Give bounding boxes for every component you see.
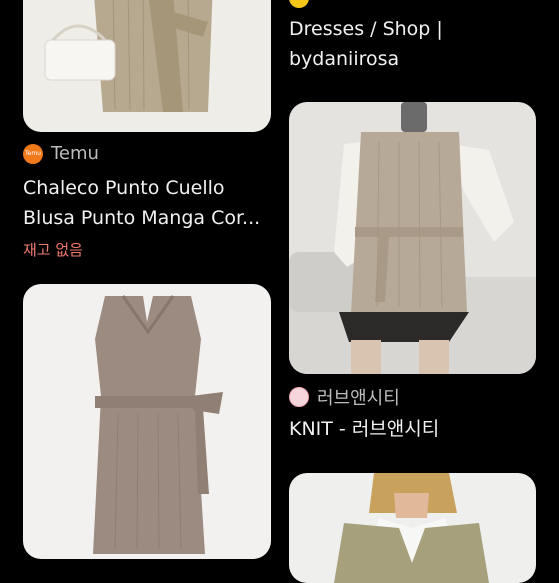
- product-image-knit-vest-shirt[interactable]: [289, 473, 536, 583]
- source-name: Temu: [51, 143, 99, 164]
- product-title-line-1: Chaleco Punto Cuello: [23, 177, 225, 199]
- product-title-knit[interactable]: KNIT - 러브앤시티: [289, 414, 439, 444]
- source-logo-icon: [289, 0, 309, 8]
- source-row-temu[interactable]: Temu Temu: [23, 143, 99, 164]
- lovencity-logo-icon: [289, 387, 309, 407]
- source-name: 러브앤시티: [317, 388, 400, 409]
- knit-vest-photo: [289, 102, 536, 374]
- product-image-knit-vest[interactable]: [289, 102, 536, 374]
- source-row-lovencity[interactable]: 러브앤시티: [289, 384, 400, 410]
- product-title-line-1: Dresses / Shop |: [289, 18, 443, 40]
- temu-logo-icon: Temu: [23, 143, 43, 164]
- product-title-line-2: bydaniirosa: [289, 48, 400, 70]
- product-title-dresses[interactable]: Dresses / Shop | bydaniirosa: [289, 14, 443, 74]
- belted-vest-dress-photo: [23, 284, 271, 559]
- product-image-belted-vest-dress[interactable]: [23, 284, 271, 559]
- product-title[interactable]: Chaleco Punto Cuello Blusa Punto Manga C…: [23, 173, 260, 233]
- source-row-bydaniirosa[interactable]: [289, 0, 309, 8]
- stock-status-label: 재고 없음: [23, 241, 83, 259]
- product-image-sweater-dress[interactable]: [23, 0, 271, 132]
- sweater-dress-photo: [23, 0, 271, 132]
- knit-vest-shirt-photo: [289, 473, 536, 583]
- product-title-line-2: Blusa Punto Manga Cor...: [23, 207, 261, 229]
